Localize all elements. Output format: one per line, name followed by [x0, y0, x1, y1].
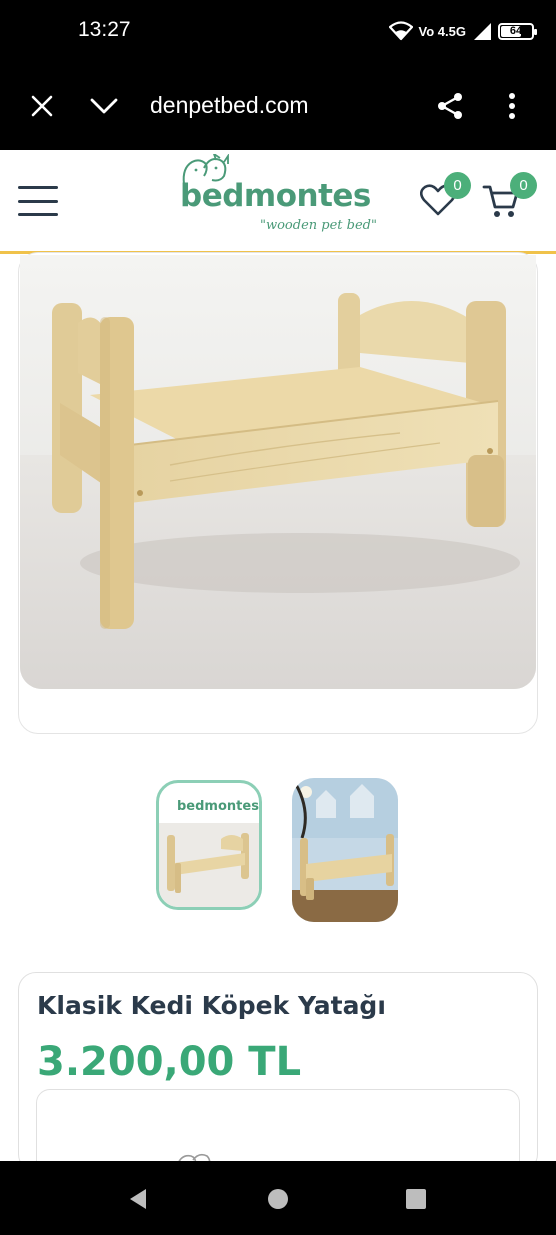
wooden-bed-photo	[20, 255, 536, 689]
thumbnail-logo-text: bedmontes	[177, 799, 259, 814]
site-header: bedmontes "wooden pet bed" 0 0	[0, 150, 556, 254]
product-title: Klasik Kedi Köpek Yatağı	[37, 991, 386, 1020]
close-tab-button[interactable]	[22, 86, 62, 126]
home-button[interactable]	[260, 1181, 296, 1217]
menu-line	[18, 213, 58, 216]
cart-count-badge: 0	[510, 172, 537, 199]
status-icons: Vo 4.5G 64	[388, 20, 537, 42]
url-text[interactable]: denpetbed.com	[150, 92, 309, 119]
site-logo[interactable]: bedmontes "wooden pet bed"	[178, 154, 378, 248]
signal-icon	[474, 23, 491, 40]
product-price: 3.200,00 TL	[37, 1039, 302, 1085]
wifi-icon	[388, 21, 413, 41]
browser-toolbar: denpetbed.com	[0, 62, 556, 150]
hamburger-menu-button[interactable]	[18, 186, 58, 216]
product-info-card: Klasik Kedi Köpek Yatağı 3.200,00 TL	[18, 972, 538, 1172]
back-button[interactable]	[120, 1181, 156, 1217]
menu-line	[18, 199, 58, 203]
battery-level: 64	[509, 25, 523, 37]
recents-icon	[406, 1189, 426, 1209]
more-vert-icon	[509, 93, 515, 119]
status-bar: 13:27 Vo 4.5G 64	[0, 0, 556, 62]
thumbnail-bed-image	[159, 823, 259, 907]
close-icon	[31, 95, 53, 117]
wishlist-button[interactable]: 0	[418, 172, 471, 222]
logo-tagline: "wooden pet bed"	[260, 218, 377, 233]
product-options-box	[36, 1089, 520, 1171]
status-time: 13:27	[78, 18, 131, 41]
recents-button[interactable]	[398, 1181, 434, 1217]
thumbnail-2[interactable]	[292, 778, 398, 922]
product-main-image[interactable]	[20, 255, 536, 689]
chevron-down-icon	[90, 98, 118, 114]
logo-text: bedmontes	[180, 178, 371, 214]
more-options-button[interactable]	[492, 86, 532, 126]
home-icon	[268, 1189, 288, 1209]
back-icon	[130, 1189, 146, 1209]
network-label: Vo 4.5G	[418, 23, 466, 39]
thumbnail-1[interactable]: bedmontes	[156, 780, 262, 910]
battery-icon: 64	[498, 22, 537, 40]
minimize-button[interactable]	[84, 86, 124, 126]
system-nav-bar	[0, 1161, 556, 1235]
wishlist-count-badge: 0	[444, 172, 471, 199]
share-icon	[438, 93, 462, 119]
product-image-card	[18, 252, 538, 734]
cart-button[interactable]: 0	[482, 172, 537, 222]
menu-line	[18, 186, 58, 189]
share-button[interactable]	[430, 86, 470, 126]
thumbnail-room-image	[292, 778, 398, 922]
